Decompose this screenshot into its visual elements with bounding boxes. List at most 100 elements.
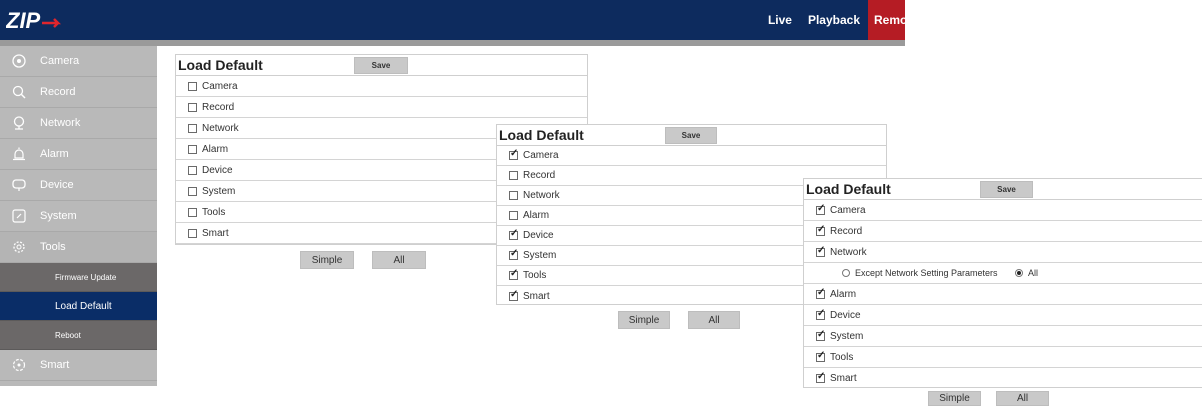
checkbox[interactable] [509,268,518,280]
checkbox[interactable] [816,245,825,257]
option-label: Tools [202,206,226,218]
checkbox[interactable] [188,207,197,217]
sidebar-item-label: Tools [40,241,66,253]
option-label: Alarm [830,288,857,300]
option-label: Smart [202,227,229,239]
sidebar-item-network[interactable]: Network [0,108,157,139]
checkbox[interactable] [816,287,825,299]
simple-button[interactable]: Simple [300,251,354,269]
checkbox[interactable] [816,329,825,341]
simple-button[interactable]: Simple [928,391,981,406]
option-row-smart[interactable]: Smart [804,368,1202,389]
sidebar-item-camera[interactable]: Camera [0,46,157,77]
nav-live[interactable]: Live [760,0,800,40]
checkbox[interactable] [188,144,197,154]
except-network-label: Except Network Setting Parameters [855,268,998,278]
sidebar-item-smart[interactable]: Smart [0,350,157,381]
option-label: System [202,185,236,197]
checkbox[interactable] [188,186,197,196]
option-row-record[interactable]: Record [804,221,1202,242]
gear-icon [11,239,27,255]
checkbox[interactable] [509,228,518,240]
sidebar-item-label: Device [40,179,74,191]
all-radio[interactable] [1015,269,1023,277]
sidebar-item-alarm[interactable]: Alarm [0,139,157,170]
alarm-icon [11,146,27,162]
checkbox[interactable] [816,308,825,320]
sidebar-subitem-firmware-update[interactable]: Firmware Update [0,263,157,292]
option-label: System [830,330,864,342]
option-row-camera[interactable]: Camera [497,146,886,166]
option-label: Device [830,309,861,321]
checkbox[interactable] [509,211,518,220]
panel-1-buttons: Simple All [300,251,426,269]
option-row-device[interactable]: Device [804,305,1202,326]
option-label: Network [830,246,867,258]
checkbox[interactable] [509,289,518,301]
all-button[interactable]: All [996,391,1049,406]
sidebar-item-device[interactable]: Device [0,170,157,201]
network-options-row: Except Network Setting Parameters All [804,263,1202,284]
svg-text:ZIP: ZIP [6,9,41,31]
save-button[interactable]: Save [980,181,1033,198]
checkbox[interactable] [816,224,825,236]
checkbox[interactable] [816,371,825,383]
panel-header: Load Default Save [176,55,587,76]
option-label: System [523,250,557,261]
nav-playback[interactable]: Playback [800,0,868,40]
all-button[interactable]: All [372,251,426,269]
load-default-panel-3: Load Default Save Camera Record Network … [803,178,1202,388]
search-icon [11,84,27,100]
simple-button[interactable]: Simple [618,311,670,329]
sidebar-item-label: Network [40,117,81,129]
sidebar-subitem-load-default[interactable]: Load Default [0,292,157,321]
option-label: Network [202,122,239,134]
save-button[interactable]: Save [354,57,408,74]
checkbox[interactable] [188,228,197,238]
nav-remote-setting[interactable]: Remo [868,0,905,40]
option-row-camera[interactable]: Camera [176,76,587,97]
option-label: Camera [202,80,238,92]
option-label: Tools [523,270,547,281]
sidebar-item-record[interactable]: Record [0,77,157,108]
checkbox[interactable] [816,350,825,362]
checkbox[interactable] [509,191,518,200]
sidebar-item-label: System [40,210,77,222]
option-row-alarm[interactable]: Alarm [804,284,1202,305]
option-row-record[interactable]: Record [176,97,587,118]
checkbox[interactable] [188,81,197,91]
option-row-tools[interactable]: Tools [804,347,1202,368]
checkbox[interactable] [188,165,197,175]
checkbox[interactable] [188,102,197,112]
option-label: Network [523,190,560,201]
checkbox[interactable] [509,148,518,160]
page-title: Load Default [499,127,584,143]
option-label: Alarm [202,143,229,155]
option-row-network[interactable]: Network [804,242,1202,263]
sidebar-item-label: Alarm [40,148,69,160]
page-title: Load Default [178,57,263,73]
panel-2-buttons: Simple All [618,311,740,329]
checkbox[interactable] [509,171,518,180]
except-network-radio[interactable] [842,269,850,277]
option-row-camera[interactable]: Camera [804,200,1202,221]
top-nav: Live Playback Remo [760,0,905,40]
checkbox[interactable] [188,123,197,133]
sidebar-subitem-reboot[interactable]: Reboot [0,321,157,350]
option-label: Record [830,225,863,237]
sidebar-item-label: Camera [40,55,80,67]
panel-3-buttons: Simple All [928,391,1049,406]
sidebar-item-label: Record [40,86,76,98]
save-button[interactable]: Save [665,127,717,144]
panel-header: Load Default Save [804,179,1202,200]
checkbox[interactable] [816,203,825,215]
sidebar-item-system[interactable]: System [0,201,157,232]
sidebar-item-tools[interactable]: Tools [0,232,157,263]
monitor-icon [11,177,27,193]
option-label: Device [202,164,233,176]
system-icon [11,208,27,224]
checkbox[interactable] [509,248,518,260]
option-label: Tools [830,351,854,363]
all-button[interactable]: All [688,311,740,329]
option-row-system[interactable]: System [804,326,1202,347]
